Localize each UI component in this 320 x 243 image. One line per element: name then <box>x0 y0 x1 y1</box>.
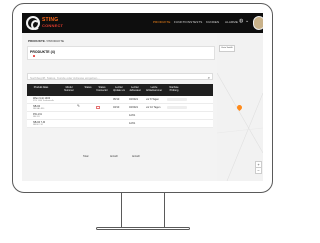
logo-icon[interactable] <box>26 16 40 30</box>
nav-item-alarme[interactable]: ALARME <box>225 20 238 24</box>
main-content: PRODUKTE / PRODUKTE PRODUKTE (4) Suchbeg… <box>22 33 217 181</box>
app-screen: STING CONNECT PRODUKTE FUNKTIONSTESTS KU… <box>22 13 263 181</box>
row-sub: STG 1400 Testkontrolle <box>33 99 54 102</box>
alert-box-icon <box>96 106 100 109</box>
search-icon[interactable]: ⌕ <box>208 75 210 80</box>
top-bar: STING CONNECT PRODUKTE FUNKTIONSTESTS KU… <box>22 13 263 33</box>
nav-item-produkte[interactable]: PRODUKTE <box>153 20 170 24</box>
map-type-toggle[interactable]: Karte Satellit <box>219 45 235 52</box>
row-sub: NB-131 <box>33 115 40 118</box>
breadcrumb: PRODUKTE / PRODUKTE <box>28 39 64 43</box>
col-jahrestest[interactable]: Letzter Jahrestest <box>128 86 142 92</box>
globe-icon[interactable]: ◍ <box>239 19 243 24</box>
row-update: 03/10 <box>113 106 120 109</box>
col-modul[interactable]: Modul Nummer <box>61 86 77 92</box>
row-next: vor 8 Tagen <box>146 98 160 101</box>
breadcrumb-first[interactable]: PRODUKTE <box>28 39 45 43</box>
row-next: vor 10 Tagen <box>146 106 161 109</box>
title-dot-icon <box>33 55 35 57</box>
breadcrumb-second: PRODUKTE <box>47 39 65 43</box>
chevron-down-icon[interactable]: ⌄ <box>245 19 249 24</box>
zoom-out-button[interactable]: − <box>255 167 262 174</box>
products-card: PRODUKTE (4) <box>27 46 215 60</box>
row-progress <box>167 98 187 101</box>
table-header: Produkt Alias Modul Nummer Status Status… <box>27 84 213 96</box>
search-placeholder: Suchbegriff, Status, Kunde oder Adresse … <box>30 75 100 80</box>
monitor-stand-base <box>96 227 190 230</box>
brand-subtitle: CONNECT <box>42 23 64 28</box>
row-update: 05/10 <box>113 98 120 101</box>
col-connector[interactable]: Status Connector <box>95 86 109 92</box>
map-panel[interactable]: Karte Satellit + − <box>217 33 263 181</box>
col-alias[interactable]: Produkt Alias <box>33 86 49 89</box>
col-update[interactable]: Letzter Update um <box>112 86 126 92</box>
row-test: 03/2021 <box>129 106 139 109</box>
brand-logo[interactable]: STING CONNECT <box>42 17 63 29</box>
products-title: PRODUKTE (4) <box>30 50 55 54</box>
avatar[interactable] <box>253 16 263 30</box>
total-label: Total <box>83 155 89 158</box>
monitor-stand-neck <box>121 193 165 228</box>
row-test: 12/01 <box>129 114 136 117</box>
total-count-1: Anzahl <box>110 155 118 158</box>
table-row[interactable]: Wien Unit 1400 STG 1400 Testkontrolle 05… <box>27 96 213 104</box>
search-input[interactable]: Suchbegriff, Status, Kunde oder Adresse … <box>27 73 213 80</box>
row-sub: NB-90 7-M <box>33 123 43 126</box>
col-pruefung[interactable]: Nächste Prüfung <box>166 86 182 92</box>
table-row[interactable]: NB-90 NB-SAL-890 ✎ 03/10 03/2021 vor 10 … <box>27 104 213 112</box>
table-row[interactable]: FW-131 NB-131 12/01 <box>27 112 213 120</box>
col-status[interactable]: Status <box>83 86 93 89</box>
edit-icon[interactable]: ✎ <box>77 104 80 108</box>
row-test: 12/01 <box>129 122 136 125</box>
row-sub: NB-SAL-890 <box>33 107 45 110</box>
row-progress <box>167 106 187 109</box>
row-test: 03/2021 <box>129 98 139 101</box>
table-row[interactable]: NB-90 7-M NB-90 7-M 12/01 <box>27 120 213 128</box>
nav-item-kunden[interactable]: KUNDEN <box>206 20 219 24</box>
nav-item-funktionstests[interactable]: FUNKTIONSTESTS <box>174 20 202 24</box>
col-artikelnummer[interactable]: Letzte Artikelnummer <box>145 86 163 92</box>
total-count-2: Anzahl <box>132 155 140 158</box>
